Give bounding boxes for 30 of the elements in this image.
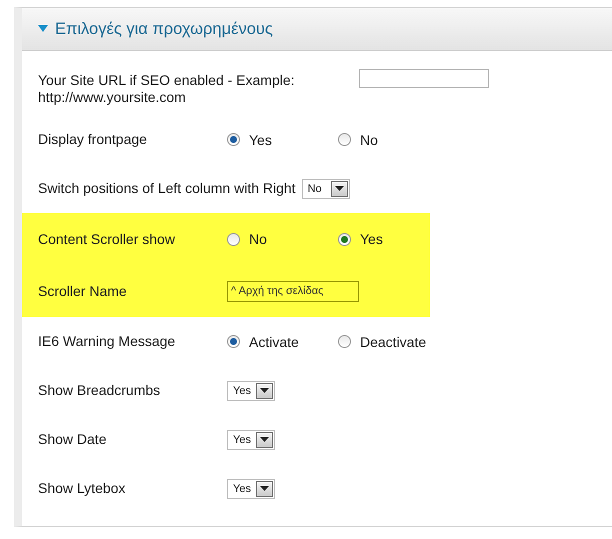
radio-label: Activate (249, 334, 299, 350)
radio-button[interactable] (227, 133, 240, 146)
radio-button[interactable] (338, 133, 351, 146)
expand-triangle-icon[interactable] (38, 25, 48, 33)
field-label: Scroller Name (38, 282, 128, 300)
radio-button[interactable] (338, 232, 351, 246)
radio-button[interactable] (227, 335, 240, 348)
field-label: IE6 Warning Message (38, 333, 176, 350)
radio-label: Yes (360, 231, 383, 247)
field-label: Your Site URL if SEO enabled - Example: http://www.yoursite.com (38, 72, 296, 106)
radio-label: No (249, 231, 267, 247)
field-label: Show Date (38, 431, 108, 448)
dropdown[interactable]: Yes (227, 478, 275, 498)
dropdown[interactable]: Yes (227, 380, 275, 400)
radio-label: Deactivate (360, 334, 426, 350)
field-label: Show Lytebox (38, 480, 126, 497)
radio-button[interactable] (227, 232, 240, 246)
field-label: Content Scroller show (38, 230, 176, 248)
text-field[interactable]: ^ Αρχή της σελίδας (227, 280, 359, 302)
dropdown[interactable]: No (302, 178, 350, 198)
dropdown[interactable]: Yes (227, 430, 275, 450)
radio-label: No (360, 132, 378, 148)
field-label: Display frontpage (38, 131, 148, 148)
panel-header[interactable]: Επιλογές για προχωρημένους (22, 8, 612, 51)
radio-label: Yes (249, 132, 272, 148)
field-label: Switch positions of Left column with Right (38, 180, 296, 197)
text-field[interactable] (359, 69, 489, 88)
panel-title: Επιλογές για προχωρημένους (55, 20, 273, 38)
radio-button[interactable] (338, 335, 351, 348)
field-label: Show Breadcrumbs (38, 382, 162, 399)
